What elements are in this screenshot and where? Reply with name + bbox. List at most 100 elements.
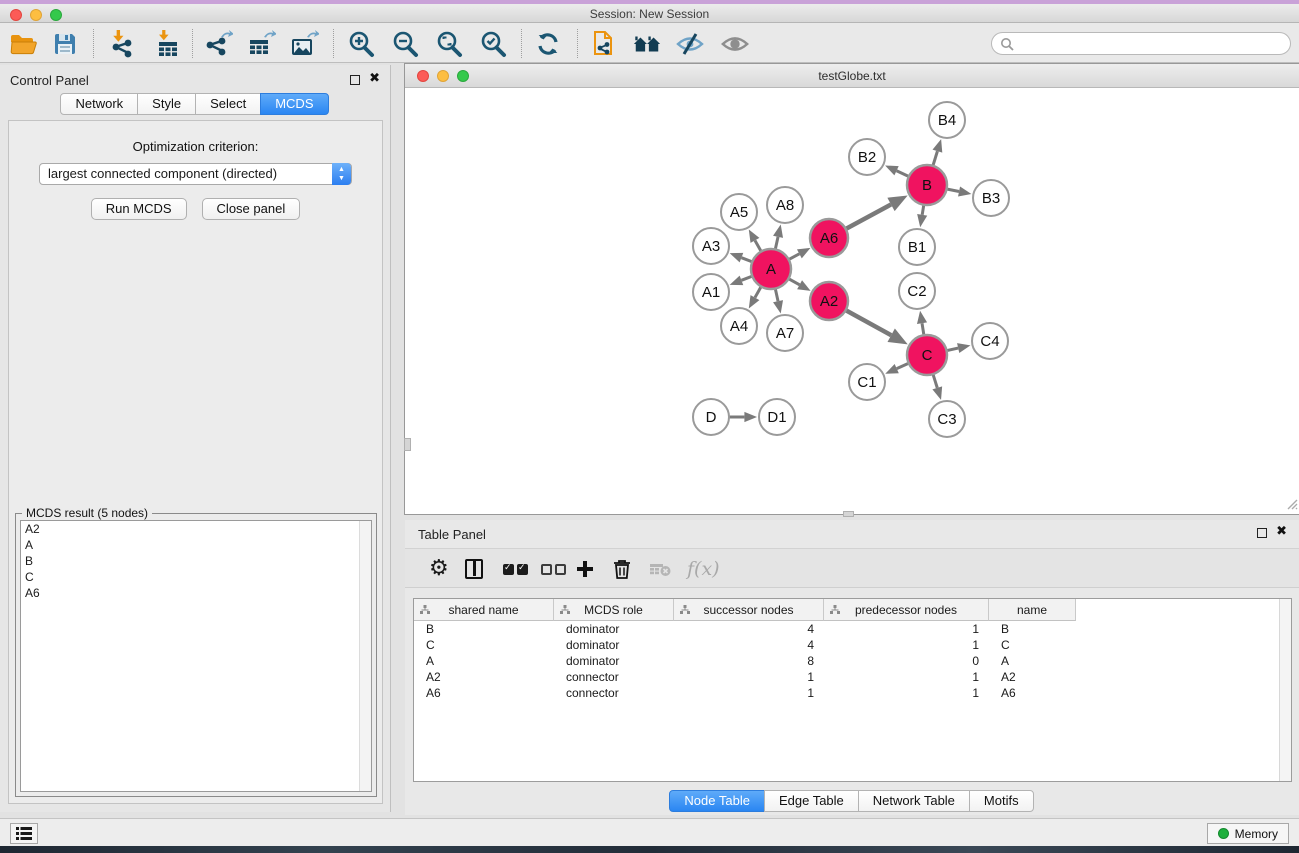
- search-input[interactable]: [991, 32, 1291, 55]
- column-header-shared-name[interactable]: shared name: [414, 599, 554, 621]
- node-label: D1: [767, 409, 786, 426]
- canvas-bottom-scroll-nub[interactable]: [843, 511, 854, 517]
- new-network-file-icon[interactable]: [590, 29, 620, 59]
- table-cell: B: [414, 621, 554, 637]
- split-columns-icon[interactable]: [465, 556, 483, 582]
- result-list-item[interactable]: B: [21, 553, 371, 569]
- search-icon: [1000, 37, 1014, 51]
- zoom-in-icon[interactable]: [346, 29, 376, 59]
- result-list-item[interactable]: C: [21, 569, 371, 585]
- arrowhead-icon: [797, 248, 811, 258]
- result-list-item[interactable]: A6: [21, 585, 371, 601]
- export-image-icon[interactable]: [289, 29, 319, 59]
- table-row[interactable]: A6connector11A6: [414, 685, 1291, 701]
- tab-network[interactable]: Network: [60, 93, 138, 115]
- result-list-scrollbar[interactable]: [359, 521, 371, 791]
- node-table[interactable]: shared nameMCDS rolesuccessor nodesprede…: [413, 598, 1292, 782]
- tab-edge-table[interactable]: Edge Table: [764, 790, 859, 812]
- close-panel-button[interactable]: Close panel: [202, 198, 301, 220]
- table-row[interactable]: Cdominator41C: [414, 637, 1291, 653]
- run-mcds-button[interactable]: Run MCDS: [91, 198, 187, 220]
- table-row[interactable]: A2connector11A2: [414, 669, 1291, 685]
- mcds-result-title: MCDS result (5 nodes): [22, 506, 152, 520]
- table-cell: 1: [674, 685, 824, 701]
- app-title: Session: New Session: [0, 7, 1299, 21]
- tab-motifs[interactable]: Motifs: [969, 790, 1034, 812]
- arrowhead-icon: [730, 276, 744, 286]
- arrowhead-icon: [885, 364, 899, 374]
- node-label: A8: [776, 197, 794, 214]
- export-table-icon[interactable]: [246, 29, 276, 59]
- delete-columns-trash-icon[interactable]: [613, 556, 631, 582]
- tab-node-table[interactable]: Node Table: [669, 790, 765, 812]
- result-list-item[interactable]: A: [21, 537, 371, 553]
- memory-button[interactable]: Memory: [1207, 823, 1289, 844]
- save-session-icon[interactable]: [50, 29, 80, 59]
- unselect-all-checkboxes-icon[interactable]: [539, 556, 567, 582]
- network-graph[interactable]: B4B2BB3A5A8A6A3B1AA1C2A2A4A7C4CC1DD1C3: [405, 88, 1298, 513]
- table-cell: 1: [824, 669, 989, 685]
- table-row[interactable]: Bdominator41B: [414, 621, 1291, 637]
- table-cell: A2: [414, 669, 554, 685]
- table-cell: A: [989, 653, 1076, 669]
- result-list-item[interactable]: A2: [21, 521, 371, 537]
- mcds-result-group: MCDS result (5 nodes) A2ABCA6: [15, 513, 377, 797]
- export-network-icon[interactable]: [203, 29, 233, 59]
- close-table-panel-icon[interactable]: ✖: [1276, 524, 1287, 539]
- tab-network-table[interactable]: Network Table: [858, 790, 970, 812]
- table-cell: connector: [554, 685, 674, 701]
- settings-gear-icon[interactable]: ⚙: [429, 556, 449, 582]
- import-network-icon[interactable]: [106, 29, 136, 59]
- refresh-icon[interactable]: [533, 29, 563, 59]
- zoom-selected-icon[interactable]: [478, 29, 508, 59]
- add-column-icon[interactable]: [575, 556, 595, 582]
- table-header-row: shared nameMCDS rolesuccessor nodesprede…: [414, 599, 1076, 621]
- memory-status-dot-icon: [1218, 828, 1229, 839]
- mcds-result-list[interactable]: A2ABCA6: [20, 520, 372, 792]
- zoom-out-icon[interactable]: [390, 29, 420, 59]
- homes-icon[interactable]: [632, 29, 662, 59]
- tab-style[interactable]: Style: [137, 93, 196, 115]
- list-icon: [16, 827, 32, 840]
- tab-select[interactable]: Select: [195, 93, 261, 115]
- table-cell: 8: [674, 653, 824, 669]
- float-panel-icon[interactable]: [350, 75, 360, 85]
- close-panel-icon[interactable]: ✖: [369, 71, 380, 86]
- toolbar-separator: [577, 29, 578, 58]
- node-label: A3: [702, 238, 720, 255]
- column-header-name[interactable]: name: [989, 599, 1076, 621]
- control-panel-title: Control Panel: [10, 73, 89, 88]
- node-label: C3: [937, 411, 956, 428]
- arrowhead-icon: [957, 343, 970, 353]
- tab-mcds[interactable]: MCDS: [260, 93, 328, 115]
- task-history-button[interactable]: [10, 823, 38, 844]
- delete-table-icon-disabled: [649, 556, 671, 582]
- arrowhead-icon: [933, 139, 943, 153]
- optimization-criterion-select[interactable]: largest connected component (directed) ▲…: [39, 163, 352, 185]
- table-cell: B: [989, 621, 1076, 637]
- node-label: C1: [857, 374, 876, 391]
- select-all-checkboxes-icon[interactable]: [501, 556, 529, 582]
- arrowhead-icon: [744, 412, 757, 422]
- network-window-title: testGlobe.txt: [405, 69, 1299, 83]
- show-all-eye-icon[interactable]: [720, 29, 750, 59]
- float-table-panel-icon[interactable]: [1257, 528, 1267, 538]
- hide-selected-eye-slash-icon[interactable]: [675, 29, 705, 59]
- control-panel: Control Panel ✖ NetworkStyleSelectMCDS O…: [0, 65, 391, 812]
- column-header-MCDS-role[interactable]: MCDS role: [554, 599, 674, 621]
- zoom-fit-icon[interactable]: [434, 29, 464, 59]
- import-table-icon[interactable]: [152, 29, 182, 59]
- arrowhead-icon: [917, 214, 927, 227]
- network-window-titlebar[interactable]: testGlobe.txt: [405, 64, 1299, 88]
- open-session-icon[interactable]: [8, 29, 38, 59]
- table-cell: A2: [989, 669, 1076, 685]
- table-panel-tabs: Node TableEdge TableNetwork TableMotifs: [405, 790, 1299, 812]
- column-header-predecessor-nodes[interactable]: predecessor nodes: [824, 599, 989, 621]
- column-header-successor-nodes[interactable]: successor nodes: [674, 599, 824, 621]
- window-resize-grip[interactable]: [1284, 496, 1298, 513]
- desktop-wallpaper-bottom: [0, 846, 1299, 853]
- canvas-left-scroll-nub[interactable]: [404, 438, 411, 451]
- table-scrollbar[interactable]: [1279, 599, 1291, 781]
- table-row[interactable]: Adominator80A: [414, 653, 1291, 669]
- network-canvas[interactable]: B4B2BB3A5A8A6A3B1AA1C2A2A4A7C4CC1DD1C3: [405, 88, 1299, 514]
